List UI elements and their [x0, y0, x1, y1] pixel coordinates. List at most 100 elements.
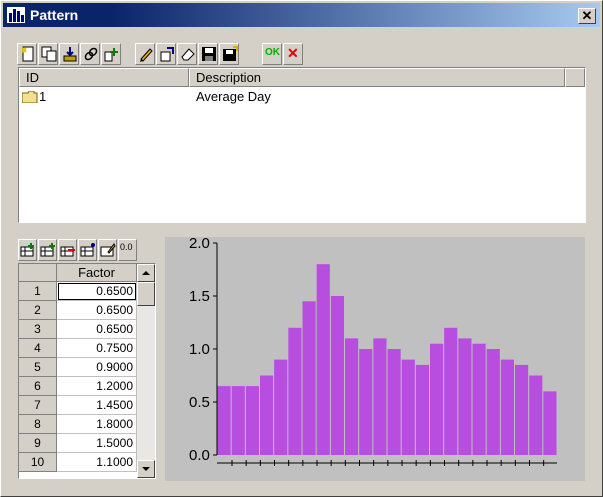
chart-bar: [345, 338, 359, 455]
save-all-button[interactable]: [219, 43, 239, 65]
pattern-app-icon: [7, 7, 25, 23]
chart-bar: [302, 301, 316, 455]
list-item-id: 1: [39, 89, 47, 104]
chart-bar: [472, 343, 486, 455]
grid-row-header[interactable]: 5: [19, 358, 57, 377]
chart-bar: [486, 349, 500, 455]
arrow-up-icon: [142, 271, 150, 275]
factor-cell[interactable]: 0.7500: [57, 339, 137, 358]
chart-bar: [260, 375, 274, 455]
grid-row-header[interactable]: 8: [19, 415, 57, 434]
properties-button[interactable]: [156, 43, 176, 65]
factor-cell[interactable]: 1.1000: [57, 453, 137, 472]
chart-bar: [543, 391, 557, 455]
chart-bar: [500, 359, 514, 455]
chart-bar: [373, 338, 387, 455]
y-tick-label: 0.5: [189, 394, 210, 411]
scroll-down-button[interactable]: [137, 460, 155, 478]
grid-scrollbar[interactable]: [137, 264, 155, 478]
grid-corner[interactable]: [19, 264, 57, 282]
erase-button[interactable]: [177, 43, 197, 65]
ok-button[interactable]: OK: [262, 43, 282, 65]
grid-row-header[interactable]: 6: [19, 377, 57, 396]
delete-row-icon: [60, 246, 75, 257]
delete-row-button[interactable]: [58, 239, 77, 261]
link-button[interactable]: [80, 43, 100, 65]
edit-cell-button[interactable]: [98, 239, 117, 261]
chart-bar: [231, 386, 245, 455]
new-icon: [21, 46, 34, 62]
chart-bar: [245, 386, 259, 455]
chart-bar: [330, 296, 344, 455]
cancel-icon: ✕: [287, 45, 299, 61]
cancel-button[interactable]: ✕: [283, 43, 303, 65]
title-bar: Pattern ✕: [3, 3, 600, 27]
factor-cell[interactable]: 0.9000: [57, 358, 137, 377]
chart-bar: [444, 327, 458, 455]
chart-bar: [288, 327, 302, 455]
factor-column-header[interactable]: Factor: [57, 264, 137, 282]
scroll-thumb[interactable]: [137, 282, 155, 306]
chart-bar: [458, 338, 472, 455]
save-button[interactable]: [198, 43, 218, 65]
decimal-format-icon: 0.0: [120, 242, 133, 252]
chart-bar: [387, 349, 401, 455]
decimal-format-button[interactable]: 0.0: [118, 239, 137, 261]
row-options-button[interactable]: [78, 239, 97, 261]
factor-cell[interactable]: 1.4500: [57, 396, 137, 415]
chart-bar: [217, 386, 231, 455]
grid-row-header[interactable]: 4: [19, 339, 57, 358]
y-tick-label: 0.0: [189, 447, 210, 464]
properties-icon: [160, 47, 174, 62]
save-all-icon: [223, 46, 238, 61]
add-button[interactable]: [101, 43, 121, 65]
arrow-down-icon: [142, 467, 150, 471]
window-title: Pattern: [30, 7, 79, 23]
append-row-icon: [40, 243, 55, 257]
chart-bar: [430, 343, 444, 455]
scroll-up-button[interactable]: [137, 264, 155, 282]
ok-icon: OK: [265, 47, 280, 58]
grid-row-header[interactable]: 10: [19, 453, 57, 472]
chart-bar: [515, 364, 529, 455]
link-icon: [84, 47, 98, 61]
folder-icon: [22, 91, 38, 103]
list-item[interactable]: 1 Average Day: [19, 88, 579, 106]
column-header-filler: [565, 68, 585, 87]
factor-cell[interactable]: 0.6500: [57, 320, 137, 339]
edit-cell-icon: [100, 243, 116, 257]
column-header-id[interactable]: ID: [19, 68, 189, 87]
insert-row-button[interactable]: [18, 239, 37, 261]
y-tick-label: 1.5: [189, 288, 210, 305]
append-row-button[interactable]: [38, 239, 57, 261]
grid-row-header[interactable]: 7: [19, 396, 57, 415]
erase-icon: [181, 48, 195, 61]
factor-cell[interactable]: 0.6500: [57, 301, 137, 320]
grid-row-header[interactable]: 1: [19, 282, 57, 301]
close-button[interactable]: ✕: [578, 8, 596, 24]
close-icon: ✕: [581, 8, 593, 23]
pattern-chart: 0.0 0.5 1.0 1.5 2.0: [165, 235, 585, 481]
chart-bar: [316, 264, 330, 455]
grid-row-header[interactable]: 3: [19, 320, 57, 339]
row-options-icon: [80, 243, 95, 257]
factor-cell[interactable]: 1.8000: [57, 415, 137, 434]
grid-row-header[interactable]: 2: [19, 301, 57, 320]
edit-button[interactable]: [135, 43, 155, 65]
pattern-chart-svg: 0.0 0.5 1.0 1.5 2.0: [189, 235, 557, 466]
y-tick-label: 1.0: [189, 341, 210, 358]
chart-bar: [274, 359, 288, 455]
chart-bar: [529, 375, 543, 455]
import-button[interactable]: [59, 43, 79, 65]
grid-row-header[interactable]: 9: [19, 434, 57, 453]
factor-cell[interactable]: 0.6500: [57, 282, 137, 301]
save-icon: [202, 47, 216, 61]
import-icon: [63, 47, 77, 62]
copy-button[interactable]: [38, 43, 58, 65]
factor-cell[interactable]: 1.5000: [57, 434, 137, 453]
pattern-window: Pattern ✕ OK ✕ ID Description 1 Average …: [0, 0, 603, 497]
new-button[interactable]: [17, 43, 37, 65]
factor-cell[interactable]: 1.2000: [57, 377, 137, 396]
pattern-list: ID Description 1 Average Day: [18, 67, 586, 223]
column-header-description[interactable]: Description: [189, 68, 565, 87]
